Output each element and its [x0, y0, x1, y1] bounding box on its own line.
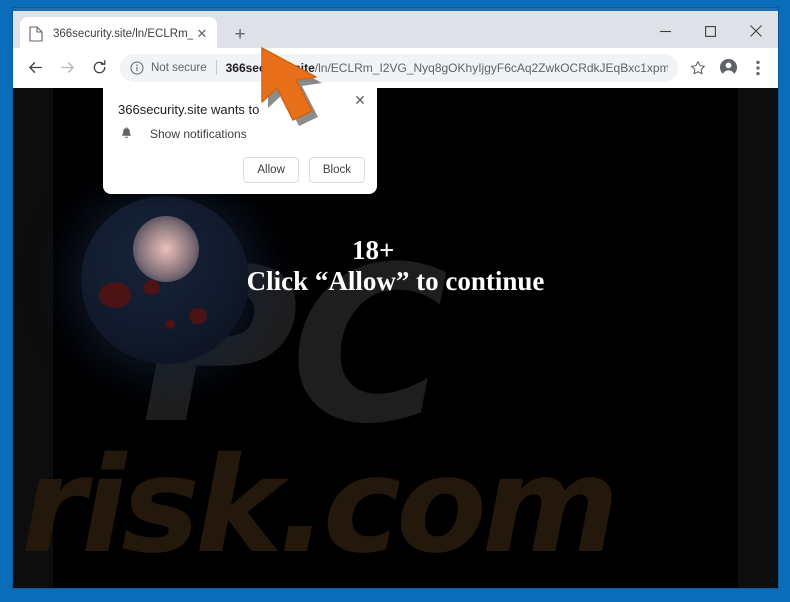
maximize-icon[interactable] [688, 14, 733, 48]
back-arrow-icon[interactable] [21, 54, 49, 82]
minimize-icon[interactable] [643, 14, 688, 48]
dialog-title: 366security.site wants to [118, 102, 260, 117]
age-restriction-badge: 18+ [352, 235, 395, 265]
dialog-close-icon[interactable]: ✕ [351, 91, 369, 109]
three-dot-menu-icon[interactable] [744, 54, 772, 82]
page-icon [29, 26, 45, 42]
browser-toolbar: Not secure 366security.site/ln/ECLRm_I2V… [13, 48, 778, 88]
tab-title: 366security.site/ln/ECLRm_I2VG_ [53, 28, 193, 40]
omnibox-divider [215, 60, 217, 75]
call-to-action-text: Click “Allow” to continue [246, 266, 545, 296]
url-path: /ln/ECLRm_I2VG_Nyq8gOKhyIjgyF6cAq2ZwkOCR… [314, 60, 668, 75]
notification-permission-dialog: ✕ 366security.site wants to Show notific… [103, 88, 377, 194]
reload-icon[interactable] [85, 54, 113, 82]
browser-tab-active[interactable]: 366security.site/ln/ECLRm_I2VG_ ✕ [20, 17, 217, 51]
url-host: 366security.site [225, 60, 315, 75]
forward-arrow-icon[interactable] [53, 54, 81, 82]
account-avatar-icon[interactable] [714, 54, 742, 82]
letterbox-right [738, 88, 778, 588]
tab-close-icon[interactable]: ✕ [193, 25, 211, 43]
block-button[interactable]: Block [308, 157, 365, 183]
info-circle-icon[interactable] [129, 60, 145, 76]
dialog-permission-row: Show notifications [118, 126, 247, 142]
browser-window: 366security.site/ln/ECLRm_I2VG_ ✕ + [13, 8, 778, 588]
page-viewport: PC risk.com 18+ Click “Allow” to continu… [13, 88, 778, 588]
planet-crater [189, 308, 207, 324]
permission-option-label: Show notifications [150, 127, 247, 141]
new-tab-button[interactable]: + [227, 22, 253, 48]
star-icon[interactable] [684, 54, 712, 82]
url-text: 366security.site/ln/ECLRm_I2VG_Nyq8gOKhy… [226, 61, 668, 75]
allow-button[interactable]: Allow [243, 157, 299, 183]
planet-crater [165, 320, 175, 329]
desktop-background: 366security.site/ln/ECLRm_I2VG_ ✕ + [0, 0, 790, 602]
close-icon[interactable] [733, 14, 778, 48]
tab-strip: 366security.site/ln/ECLRm_I2VG_ ✕ + [13, 8, 778, 51]
window-controls [643, 14, 778, 48]
address-bar[interactable]: Not secure 366security.site/ln/ECLRm_I2V… [120, 53, 678, 82]
dialog-actions: Allow Block [243, 157, 365, 183]
security-status-label: Not secure [151, 61, 207, 74]
watermark-risk: risk.com [21, 429, 619, 583]
bell-icon [118, 126, 134, 142]
